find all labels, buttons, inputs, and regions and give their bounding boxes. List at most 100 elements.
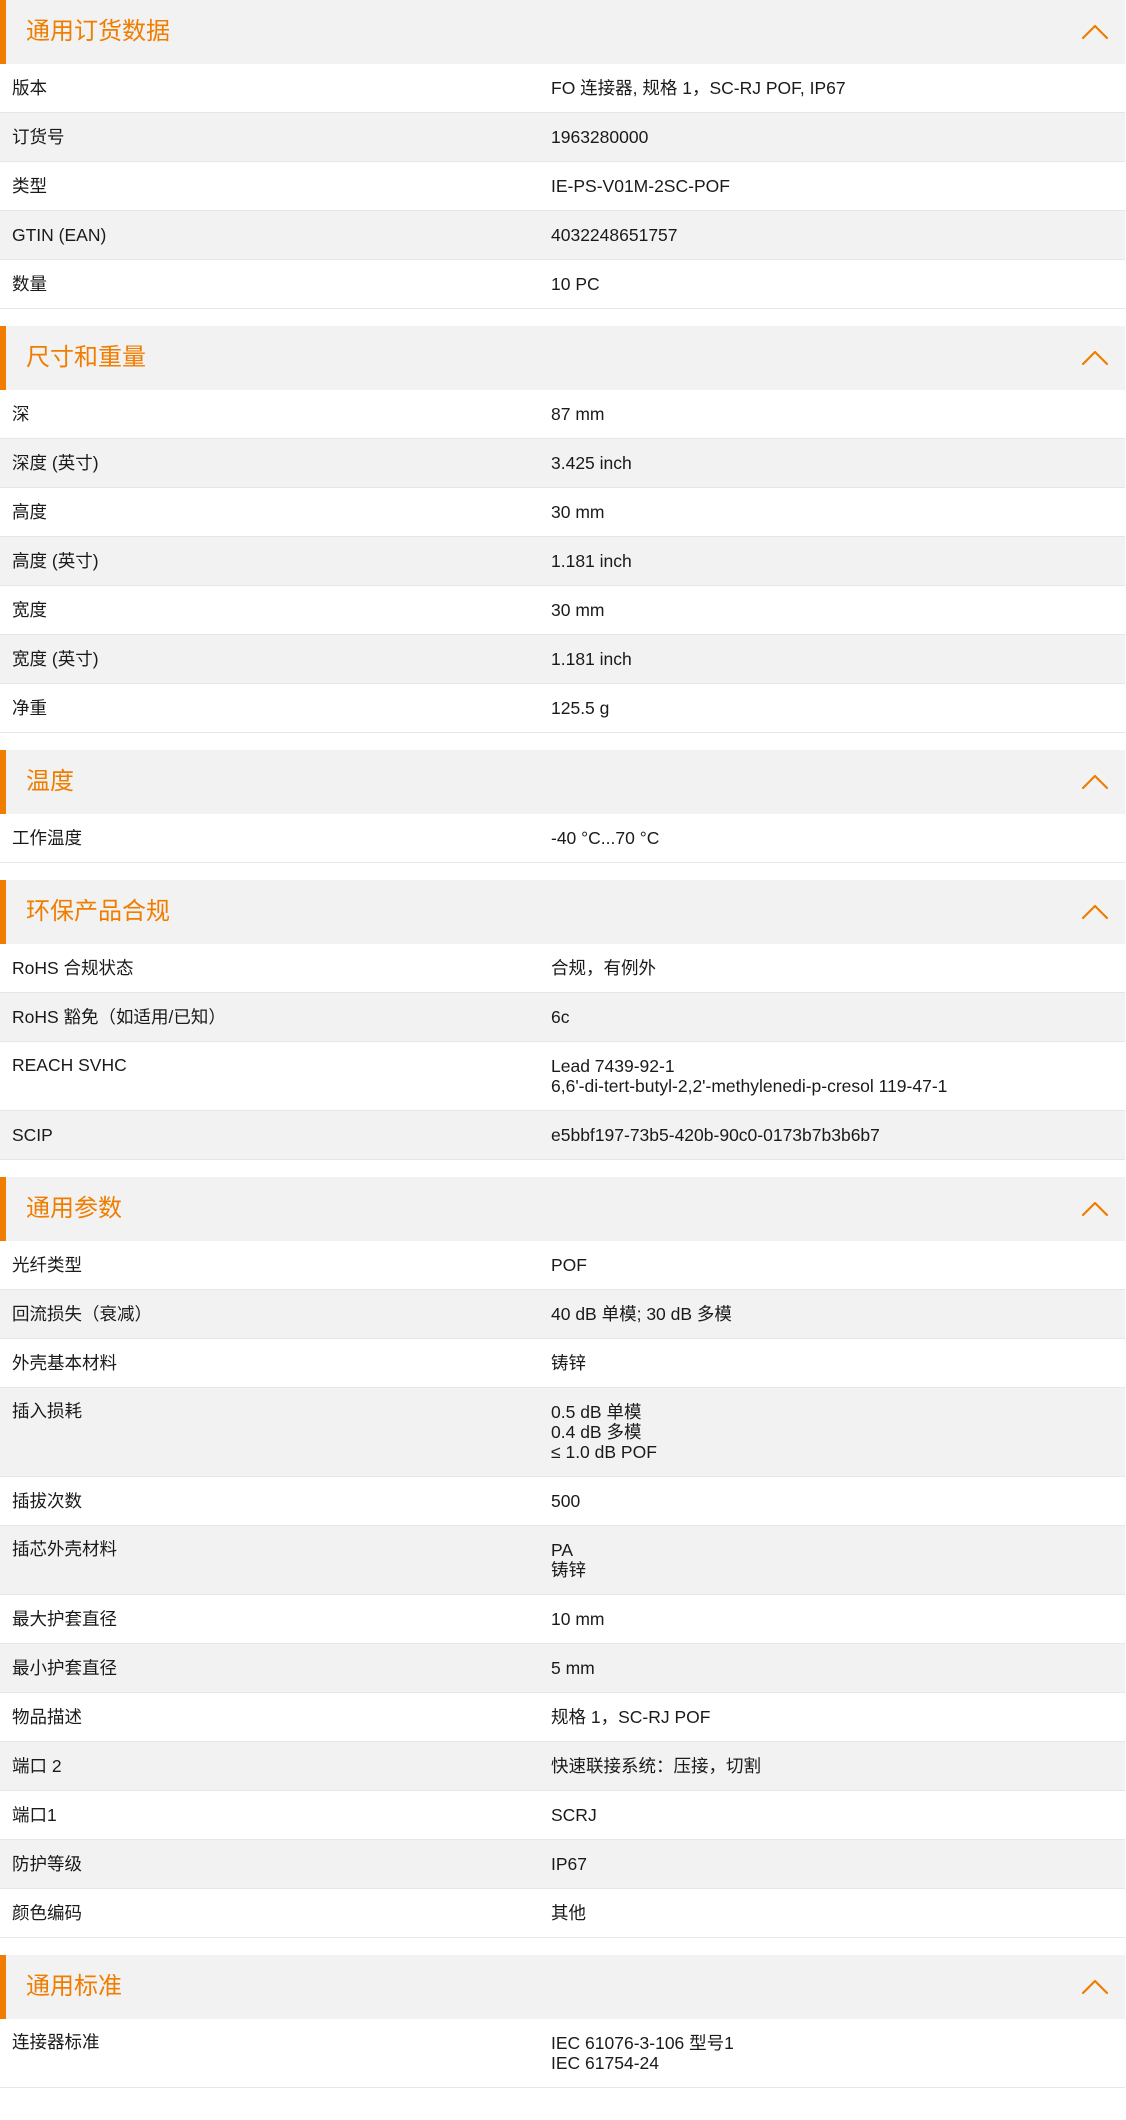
spec-value-line: 1963280000 — [551, 127, 649, 147]
spec-value: 其他 — [551, 1903, 586, 1923]
section-title: 温度 — [26, 768, 74, 795]
spec-row: 物品描述 规格 1，SC-RJ POF — [0, 1693, 1125, 1742]
spec-label: GTIN (EAN) — [12, 225, 107, 245]
spec-row: 高度 30 mm — [0, 488, 1125, 537]
spec-label: 版本 — [12, 78, 47, 98]
spec-label: 宽度 (英寸) — [12, 649, 99, 669]
section-header-3[interactable]: 环保产品合规 — [0, 880, 1125, 944]
spec-row: 宽度 (英寸) 1.181 inch — [0, 635, 1125, 684]
spec-value-line: 6,6'-di-tert-butyl-2,2'-methylenedi-p-cr… — [551, 1076, 948, 1096]
spec-value: e5bbf197-73b5-420b-90c0-0173b7b3b6b7 — [551, 1125, 880, 1145]
spec-value-line: e5bbf197-73b5-420b-90c0-0173b7b3b6b7 — [551, 1125, 880, 1145]
spec-value: 快速联接系统：压接，切割 — [551, 1756, 761, 1776]
spec-row: RoHS 豁免（如适用/已知） 6c — [0, 993, 1125, 1042]
spec-row: 端口1 SCRJ — [0, 1791, 1125, 1840]
chevron-up-icon[interactable] — [1081, 1198, 1109, 1220]
chevron-up-icon[interactable] — [1081, 347, 1109, 369]
spec-label: 深 — [12, 404, 30, 424]
spec-value: 40 dB 单模; 30 dB 多模 — [551, 1304, 732, 1324]
section-header-1[interactable]: 尺寸和重量 — [0, 326, 1125, 390]
spec-label: REACH SVHC — [12, 1055, 127, 1075]
chevron-up-icon[interactable] — [1081, 901, 1109, 923]
spec-row: RoHS 合规状态 合规，有例外 — [0, 944, 1125, 993]
spec-value-line: 铸锌 — [551, 1353, 586, 1373]
spec-label: 回流损失（衰减） — [12, 1304, 152, 1324]
spec-row: 版本 FO 连接器, 规格 1，SC-RJ POF, IP67 — [0, 64, 1125, 113]
spec-value-line: 1.181 inch — [551, 551, 632, 571]
spec-value: 500 — [551, 1491, 580, 1511]
spec-value-line: 10 mm — [551, 1609, 605, 1629]
spec-value-line: 87 mm — [551, 404, 605, 424]
chevron-up-icon[interactable] — [1081, 771, 1109, 793]
section-title: 通用参数 — [26, 1195, 122, 1222]
spec-row: 端口 2 快速联接系统：压接，切割 — [0, 1742, 1125, 1791]
spec-label: 最小护套直径 — [12, 1658, 117, 1678]
spec-label: 防护等级 — [12, 1854, 82, 1874]
spec-label: 外壳基本材料 — [12, 1353, 117, 1373]
spec-value: 4032248651757 — [551, 225, 678, 245]
spec-value: 5 mm — [551, 1658, 595, 1678]
spec-row: 插拔次数 500 — [0, 1477, 1125, 1526]
spec-value-line: 6c — [551, 1007, 570, 1027]
spec-label: 高度 — [12, 502, 47, 522]
spec-value-line: 3.425 inch — [551, 453, 632, 473]
section-header-5[interactable]: 通用标准 — [0, 1955, 1125, 2019]
spec-row: 深度 (英寸) 3.425 inch — [0, 439, 1125, 488]
spec-value-line: IEC 61754-24 — [551, 2053, 659, 2073]
spec-row: 净重 125.5 g — [0, 684, 1125, 733]
spec-value-line: 1.181 inch — [551, 649, 632, 669]
spec-value-line: 10 PC — [551, 274, 600, 294]
section-2: 温度工作温度 -40 °C...70 °C — [0, 750, 1125, 863]
spec-label: 工作温度 — [12, 828, 82, 848]
spec-value: 铸锌 — [551, 1353, 586, 1373]
spec-label: 连接器标准 — [12, 2032, 100, 2052]
spec-label: 端口 2 — [12, 1756, 62, 1776]
section-title: 通用订货数据 — [26, 18, 170, 45]
spec-row: 插入损耗 0.5 dB 单模 0.4 dB 多模 ≤ 1.0 dB POF — [0, 1388, 1125, 1477]
section-header-0[interactable]: 通用订货数据 — [0, 0, 1125, 64]
spec-label: 宽度 — [12, 600, 47, 620]
chevron-up-icon[interactable] — [1081, 1976, 1109, 1998]
spec-label: RoHS 合规状态 — [12, 958, 134, 978]
section-0: 通用订货数据版本 FO 连接器, 规格 1，SC-RJ POF, IP67 订货号 1… — [0, 0, 1125, 309]
spec-value: 30 mm — [551, 600, 604, 620]
spec-value: FO 连接器, 规格 1，SC-RJ POF, IP67 — [551, 78, 846, 98]
spec-value: 合规，有例外 — [551, 958, 656, 978]
spec-value: 6c — [551, 1007, 569, 1027]
spec-value: 87 mm — [551, 404, 604, 424]
section-header-2[interactable]: 温度 — [0, 750, 1125, 814]
spec-value: Lead 7439-92-1 6,6'-di-tert-butyl-2,2'-me… — [551, 1056, 947, 1096]
section-4: 通用参数 光纤类型 POF 回流损失（衰减） 40 dB 单模; 30 dB 多模 外壳基… — [0, 1177, 1125, 1938]
spec-value-line: Lead 7439-92-1 — [551, 1056, 675, 1076]
spec-value: POF — [551, 1255, 587, 1275]
spec-row: 类型 IE-PS-V01M-2SC-POF — [0, 162, 1125, 211]
spec-value-line: ≤ 1.0 dB POF — [551, 1442, 657, 1462]
spec-row: 深 87 mm — [0, 390, 1125, 439]
spec-row: 高度 (英寸) 1.181 inch — [0, 537, 1125, 586]
spec-label: 插芯外壳材料 — [12, 1539, 117, 1559]
spec-value-line: IP67 — [551, 1854, 587, 1874]
spec-value-line: 40 dB 单模; 30 dB 多模 — [551, 1304, 732, 1324]
spec-label: 净重 — [12, 698, 47, 718]
spec-row: 宽度 30 mm — [0, 586, 1125, 635]
spec-value: SCRJ — [551, 1805, 597, 1825]
section-title: 尺寸和重量 — [26, 344, 146, 371]
spec-row: 最大护套直径 10 mm — [0, 1595, 1125, 1644]
spec-value-line: SCRJ — [551, 1805, 597, 1825]
spec-value-line: IE-PS-V01M-2SC-POF — [551, 176, 730, 196]
spec-label: 插拔次数 — [12, 1491, 82, 1511]
spec-label: 数量 — [12, 274, 47, 294]
section-header-4[interactable]: 通用参数 — [0, 1177, 1125, 1241]
chevron-up-icon[interactable] — [1081, 21, 1109, 43]
spec-label: 订货号 — [12, 127, 65, 147]
spec-value-line: 5 mm — [551, 1658, 595, 1678]
spec-value: 0.5 dB 单模 0.4 dB 多模 ≤ 1.0 dB POF — [551, 1402, 657, 1462]
spec-label: 颜色编码 — [12, 1903, 82, 1923]
spec-row: GTIN (EAN) 4032248651757 — [0, 211, 1125, 260]
spec-value-line: -40 °C...70 °C — [551, 828, 660, 848]
spec-value-line: 规格 1，SC-RJ POF — [551, 1707, 711, 1727]
spec-row: 插芯外壳材料 PA 铸锌 — [0, 1526, 1125, 1595]
spec-value: 1.181 inch — [551, 551, 632, 571]
spec-value-line: 0.5 dB 单模 — [551, 1402, 642, 1422]
spec-label: 端口1 — [12, 1805, 57, 1825]
